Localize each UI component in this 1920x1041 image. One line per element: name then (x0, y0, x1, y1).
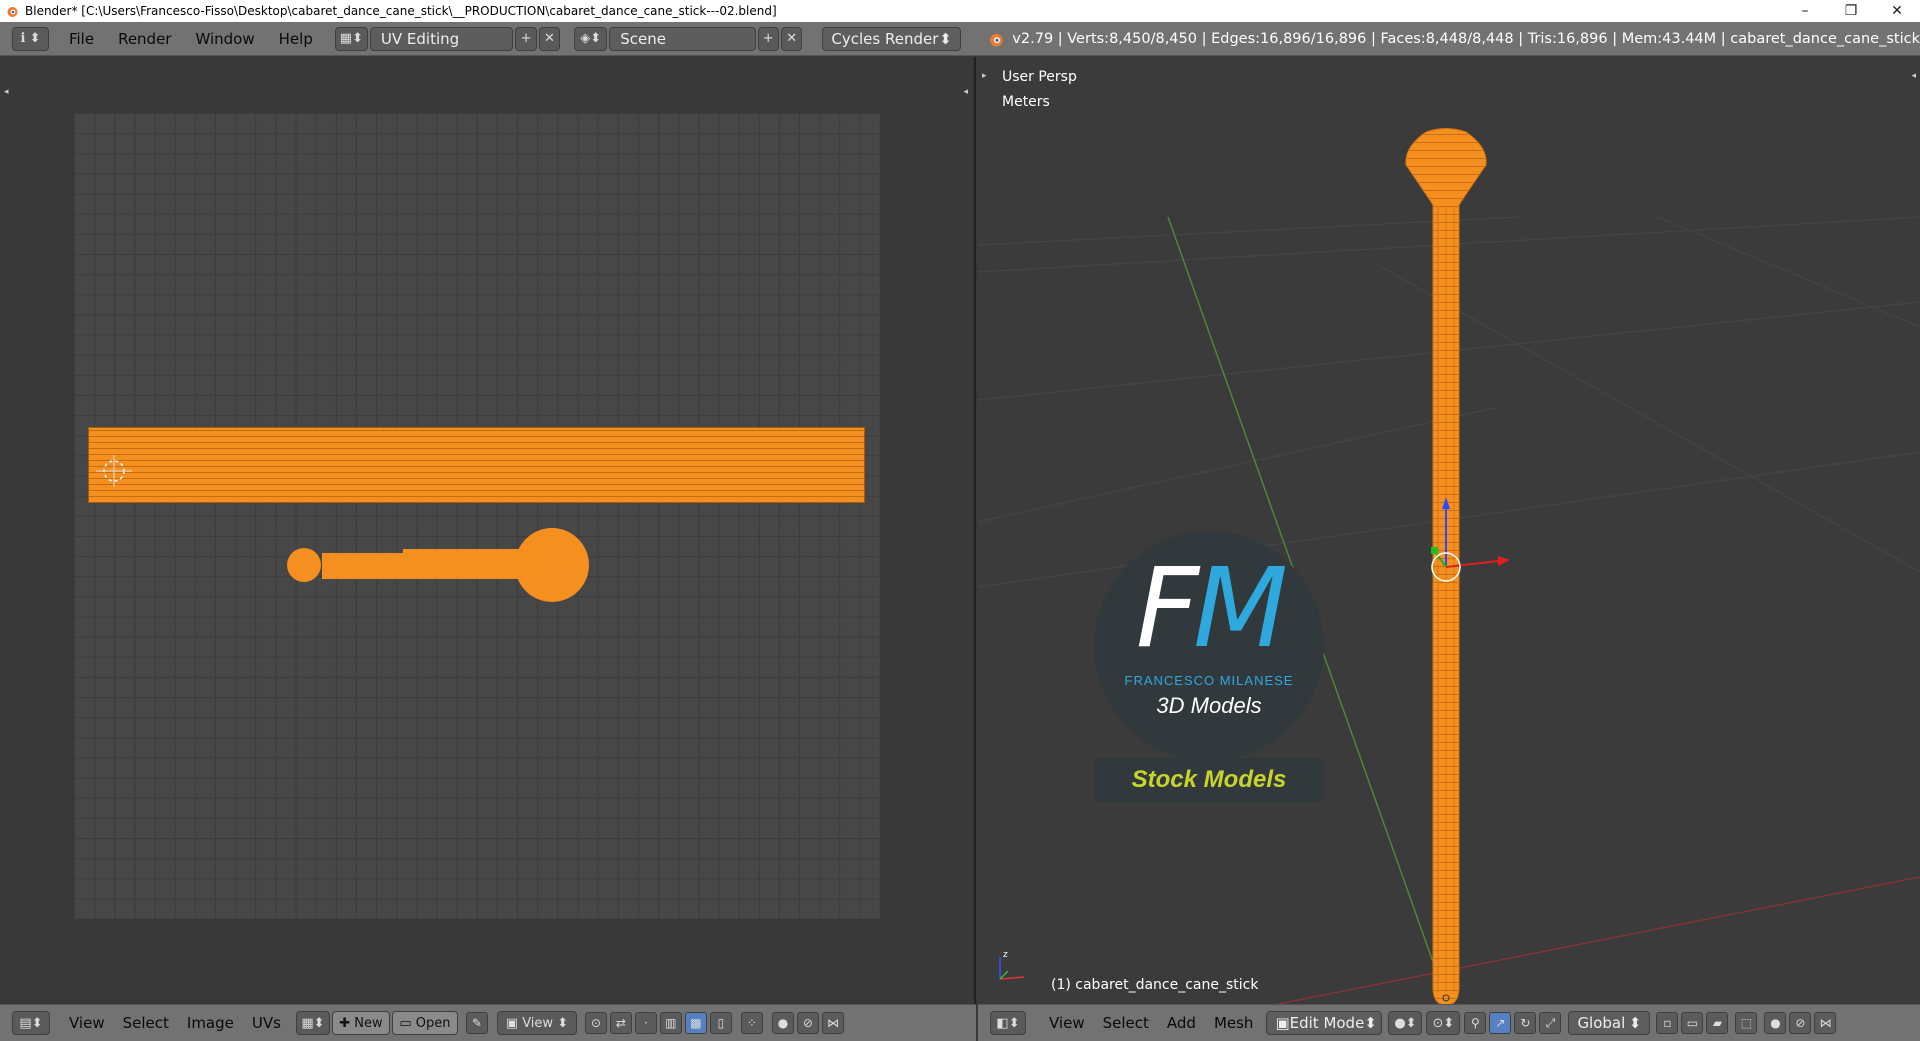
menu-help[interactable]: Help (267, 30, 325, 48)
render-engine-label: Cycles Render (831, 29, 939, 48)
info-header: ℹ ⬍ File Render Window Help ▦⬍ UV Editin… (0, 22, 1920, 56)
mode-label: Edit Mode (1289, 1014, 1365, 1032)
uv-grid[interactable] (74, 113, 880, 919)
menu-window[interactable]: Window (183, 30, 266, 48)
image-browse-icon[interactable]: ▦⬍ (295, 1011, 330, 1035)
uv-menu-select[interactable]: Select (114, 1014, 178, 1032)
window-title: Blender* [C:\Users\Francesco-Fisso\Deskt… (25, 4, 777, 18)
menu-render[interactable]: Render (106, 30, 183, 48)
translate-icon[interactable]: ↗ (1489, 1012, 1512, 1034)
svg-text:z: z (1003, 950, 1008, 960)
close-button[interactable]: ✕ (1874, 0, 1920, 22)
face-select-mode-icon[interactable]: ▰ (1706, 1012, 1729, 1034)
vp-menu-view[interactable]: View (1040, 1014, 1094, 1032)
uv-view-dropdown[interactable]: ▣ View ⬍ (496, 1011, 577, 1035)
2d-cursor-icon (96, 455, 132, 487)
screen-layout-field[interactable]: UV Editing (369, 26, 514, 51)
vp-menu-mesh[interactable]: Mesh (1205, 1014, 1263, 1032)
watermark-fm: FM (1135, 544, 1288, 672)
chevron-updown-icon: ⬍ (939, 29, 952, 48)
pin-icon[interactable]: ✎ (465, 1012, 488, 1034)
main-menu: File Render Window Help (57, 22, 325, 55)
scene-stats: v2.79 | Verts:8,450/8,450 | Edges:16,896… (1012, 30, 1920, 47)
uv-menu-image[interactable]: Image (178, 1014, 243, 1032)
occlude-geometry-icon[interactable]: ⬚ (1735, 1012, 1758, 1034)
pivot-dropdown[interactable]: ⊙⬍ (1426, 1011, 1461, 1035)
shading-dropdown[interactable]: ●⬍ (1388, 1011, 1423, 1035)
render-engine-dropdown[interactable]: Cycles Render ⬍ (822, 26, 961, 51)
screen-layout-icon[interactable]: ▦⬍ (334, 26, 368, 51)
editor-type-info-button[interactable]: ℹ ⬍ (12, 26, 49, 51)
uv-island-knob[interactable] (285, 519, 590, 615)
watermark-banner: Stock Models (1094, 758, 1324, 802)
region-toggle-icon[interactable]: ▸ (982, 71, 987, 81)
mode-dropdown[interactable]: ▣ Edit Mode ⬍ (1266, 1011, 1383, 1035)
uv-image-editor[interactable]: ◂ ◂ (0, 57, 976, 1004)
3d-viewport[interactable]: User Persp Meters ▸ ◂ FM FRANCESCO MILAN… (978, 57, 1920, 1004)
snap-target-icon[interactable]: ⋈ (821, 1012, 844, 1034)
view-name: User Persp (1002, 69, 1077, 85)
edge-select-mode-icon[interactable]: ▭ (1681, 1012, 1704, 1034)
scene-field[interactable]: Scene (609, 26, 756, 51)
add-scene-button[interactable]: + (757, 26, 779, 51)
snap-icon[interactable]: ⊘ (796, 1012, 819, 1034)
uv-menu-uvs[interactable]: UVs (243, 1014, 290, 1032)
region-toggle-icon[interactable]: ◂ (4, 87, 9, 97)
vertex-select-icon[interactable]: · (634, 1012, 657, 1034)
region-toggle-icon[interactable]: ◂ (963, 87, 968, 97)
watermark-tagline: 3D Models (1156, 693, 1262, 718)
pivot-icon[interactable]: ⊙ (584, 1012, 607, 1034)
transform-gizmo[interactable] (1398, 487, 1518, 597)
units-label: Meters (1002, 94, 1050, 110)
sync-selection-icon[interactable]: ⇄ (609, 1012, 632, 1034)
scale-icon[interactable]: ⤢ (1539, 1012, 1562, 1034)
remove-layout-button[interactable]: ✕ (538, 26, 561, 51)
proportional-edit-icon[interactable]: ● (1764, 1012, 1787, 1034)
watermark-name: FRANCESCO MILANESE (1124, 673, 1294, 688)
chevron-updown-icon: ⬍ (1628, 1014, 1642, 1032)
vp-menu-add[interactable]: Add (1158, 1014, 1205, 1032)
face-select-icon[interactable]: ▩ (684, 1012, 707, 1034)
open-image-button[interactable]: ▭ Open (391, 1011, 458, 1035)
orientation-dropdown[interactable]: Global ⬍ (1568, 1011, 1651, 1035)
uv-island-shaft[interactable] (88, 427, 865, 503)
watermark-logo: FM FRANCESCO MILANESE 3D Models (1094, 531, 1324, 761)
edge-select-icon[interactable]: ▥ (659, 1012, 682, 1034)
blender-logo-icon (7, 7, 18, 17)
vp-menu-select[interactable]: Select (1094, 1014, 1158, 1032)
blender-logo-icon (989, 33, 1003, 46)
snap-element-icon[interactable]: ⋈ (1814, 1012, 1837, 1034)
uv-menu-view[interactable]: View (60, 1014, 114, 1032)
proportional-edit-icon[interactable]: ● (771, 1012, 794, 1034)
active-object-label: (1) cabaret_dance_cane_stick (1051, 977, 1259, 993)
editor-type-uv-button[interactable]: ▤⬍ (12, 1011, 50, 1035)
editor-type-3d-button[interactable]: ◧⬍ (990, 1011, 1026, 1035)
edit-mode-icon: ▣ (1275, 1014, 1290, 1032)
orientation-label: Global (1577, 1014, 1626, 1032)
info-icon: ℹ (20, 31, 26, 46)
sticky-mode-icon[interactable]: ⁘ (740, 1012, 763, 1034)
minimize-button[interactable]: – (1782, 0, 1828, 22)
rotate-icon[interactable]: ↻ (1514, 1012, 1537, 1034)
new-image-button[interactable]: ✚ New (331, 1011, 390, 1035)
window-titlebar: Blender* [C:\Users\Francesco-Fisso\Deskt… (0, 0, 1920, 22)
menu-file[interactable]: File (57, 30, 106, 48)
region-toggle-icon[interactable]: ◂ (1911, 71, 1916, 81)
maximize-button[interactable]: ❐ (1828, 0, 1874, 22)
axis-orientation-icon: z (999, 950, 1025, 980)
uv-editor-header: ▤⬍ View Select Image UVs ▦⬍ ✚ New ▭ Open… (0, 1004, 976, 1041)
island-select-icon[interactable]: ▯ (709, 1012, 732, 1034)
chevron-updown-icon: ⬍ (1364, 1014, 1377, 1032)
snap-icon[interactable]: ⊘ (1789, 1012, 1812, 1034)
scene-icon[interactable]: ◈⬍ (574, 26, 608, 51)
manipulator-toggle-icon[interactable]: ⚲ (1464, 1012, 1487, 1034)
remove-scene-button[interactable]: ✕ (780, 26, 803, 51)
vertex-select-mode-icon[interactable]: ▫ (1656, 1012, 1679, 1034)
viewport-header: ◧⬍ View Select Add Mesh ▣ Edit Mode ⬍ ●⬍ ⊙… (978, 1004, 1920, 1041)
add-layout-button[interactable]: + (515, 26, 537, 51)
